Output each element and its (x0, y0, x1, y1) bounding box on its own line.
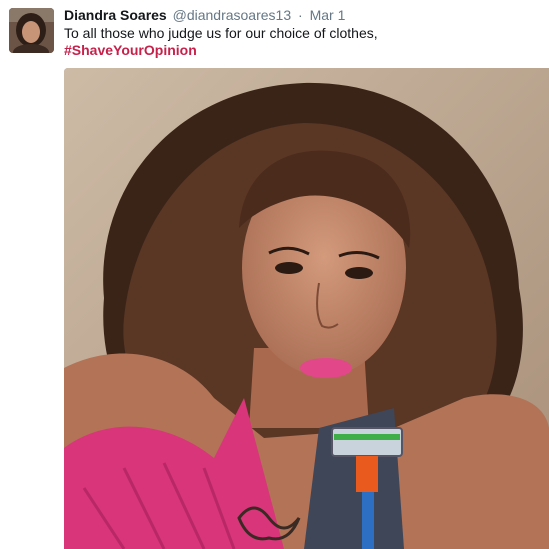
separator-dot: · (298, 7, 303, 23)
tweet-photo[interactable] (64, 68, 549, 549)
hashtag-link[interactable]: #ShaveYourOpinion (64, 42, 197, 59)
tweet-header: Diandra Soares @diandrasoares13 · Mar 1 (64, 7, 345, 23)
avatar-photo (9, 8, 54, 53)
tweet-body: To all those who judge us for our choice… (64, 25, 378, 41)
author-handle[interactable]: @diandrasoares13 (173, 7, 292, 23)
avatar[interactable] (9, 8, 54, 53)
author-name[interactable]: Diandra Soares (64, 7, 167, 23)
tweet-card: Diandra Soares @diandrasoares13 · Mar 1 … (0, 0, 549, 549)
tweet-date[interactable]: Mar 1 (310, 7, 346, 23)
razor-head (331, 427, 403, 457)
tweet-text: To all those who judge us for our choice… (64, 25, 534, 59)
selfie-image (64, 68, 549, 549)
